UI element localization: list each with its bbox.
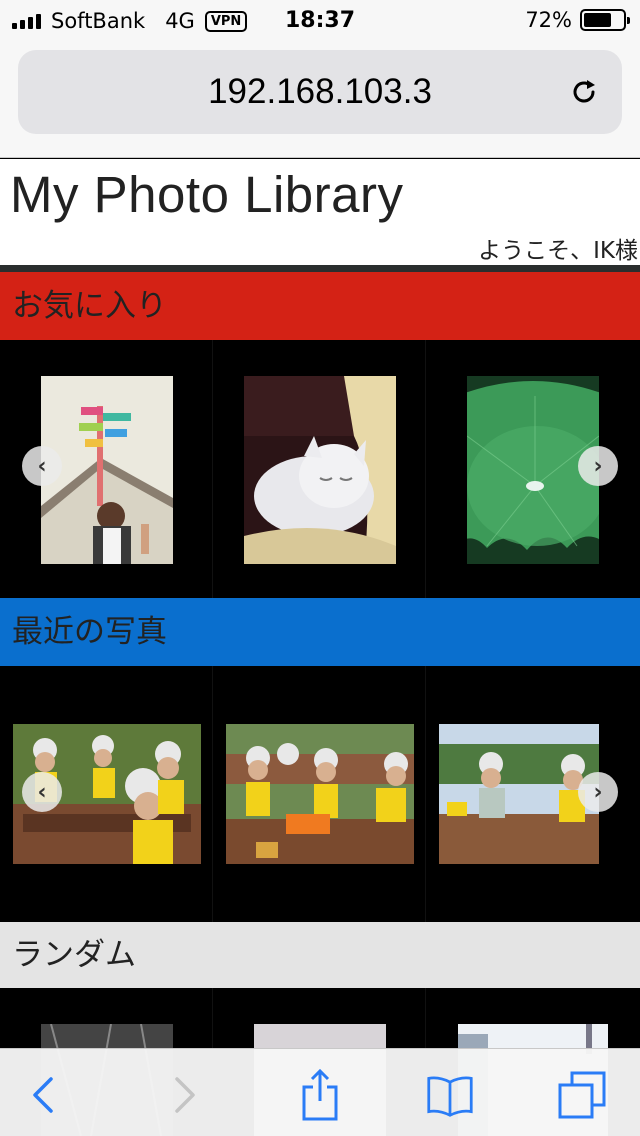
rafting-group-photo-3[interactable] xyxy=(439,724,599,864)
chevron-right-icon[interactable]: › xyxy=(578,772,618,812)
status-bar: SoftBank 4G VPN 18:37 72% xyxy=(0,0,640,40)
browser-address-area: 192.168.103.3 xyxy=(0,40,640,158)
browser-toolbar xyxy=(0,1048,640,1136)
reload-icon[interactable] xyxy=(568,76,600,108)
section-recent-heading: 最近の写真 xyxy=(0,598,640,666)
chevron-left-icon[interactable]: ‹ xyxy=(22,772,62,812)
share-icon[interactable] xyxy=(296,1069,344,1121)
site-header: My Photo Library ようこそ、IK様 xyxy=(0,159,640,265)
welcome-message: ようこそ、IK様 xyxy=(478,238,638,264)
address-bar[interactable]: 192.168.103.3 xyxy=(18,50,622,134)
tabs-icon[interactable] xyxy=(558,1071,606,1119)
url-text[interactable]: 192.168.103.3 xyxy=(18,72,622,112)
rafting-group-photo-2[interactable] xyxy=(226,724,414,864)
favorites-carousel[interactable]: ‹ › xyxy=(0,340,640,598)
forward-icon[interactable] xyxy=(160,1071,208,1119)
header-divider xyxy=(0,265,640,272)
sleeping-white-kitten-photo[interactable] xyxy=(244,376,396,564)
site-title[interactable]: My Photo Library xyxy=(10,165,404,224)
recent-carousel[interactable]: ‹ › xyxy=(0,666,640,922)
battery-percent: 72% xyxy=(525,8,572,32)
chevron-right-icon[interactable]: › xyxy=(578,446,618,486)
battery-icon xyxy=(580,9,630,31)
bookmarks-icon[interactable] xyxy=(426,1071,474,1119)
chevron-left-icon[interactable]: ‹ xyxy=(22,446,62,486)
back-icon[interactable] xyxy=(20,1071,68,1119)
section-favorites-heading: お気に入り xyxy=(0,272,640,340)
section-random-heading: ランダム xyxy=(0,922,640,988)
